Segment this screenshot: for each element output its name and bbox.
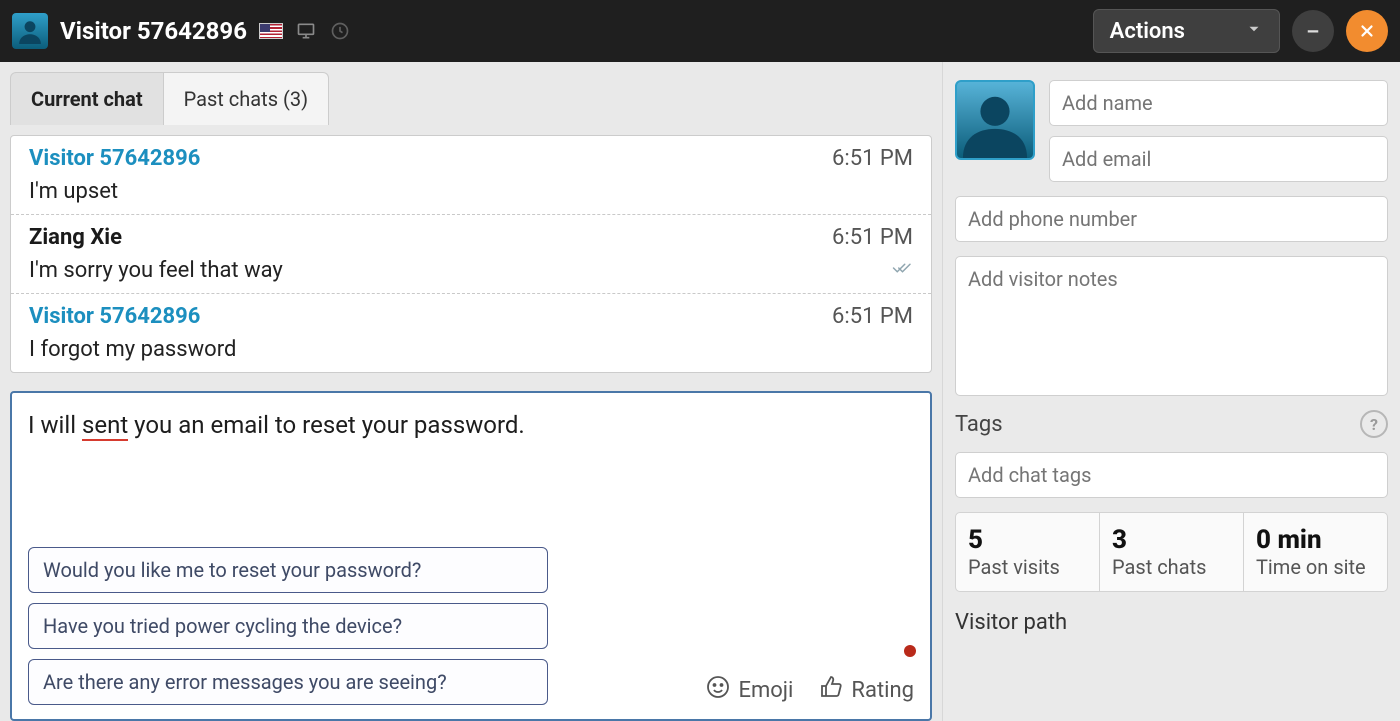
- actions-dropdown[interactable]: Actions: [1093, 9, 1280, 53]
- status-indicator-icon: [904, 645, 916, 657]
- visitor-path-label: Visitor path: [955, 606, 1388, 635]
- chat-message: Visitor 57642896 6:51 PM I'm upset: [11, 136, 931, 215]
- stat-past-visits: 5 Past visits: [956, 513, 1100, 591]
- suggestion-button[interactable]: Would you like me to reset your password…: [28, 547, 548, 593]
- name-input[interactable]: [1049, 80, 1388, 126]
- suggestion-button[interactable]: Have you tried power cycling the device?: [28, 603, 548, 649]
- visitor-avatar-small: [12, 13, 48, 49]
- desktop-icon: [295, 20, 317, 42]
- message-sender: Ziang Xie: [29, 225, 122, 250]
- visitor-avatar-large: [955, 80, 1035, 160]
- message-body: I forgot my password: [29, 337, 236, 362]
- message-time: 6:51 PM: [832, 225, 913, 250]
- tab-past-chats[interactable]: Past chats (3): [164, 72, 329, 125]
- page-title: Visitor 57642896: [60, 17, 247, 45]
- rating-button[interactable]: Rating: [819, 675, 914, 705]
- window-header: Visitor 57642896 Actions: [0, 0, 1400, 62]
- spellcheck-error: sent: [82, 411, 128, 441]
- message-body: I'm upset: [29, 179, 118, 204]
- chat-transcript: Visitor 57642896 6:51 PM I'm upset Ziang…: [10, 135, 932, 373]
- actions-label: Actions: [1110, 19, 1185, 44]
- us-flag-icon: [259, 23, 283, 39]
- thumbs-up-icon: [819, 675, 843, 705]
- read-receipt-icon: [889, 259, 913, 282]
- help-icon[interactable]: ?: [1360, 410, 1388, 438]
- chat-message: Visitor 57642896 6:51 PM I forgot my pas…: [11, 294, 931, 372]
- phone-input[interactable]: [955, 196, 1388, 242]
- compose-panel: I will sent you an email to reset your p…: [10, 391, 932, 721]
- emoji-button[interactable]: Emoji: [706, 675, 793, 705]
- compose-input[interactable]: I will sent you an email to reset your p…: [28, 407, 914, 477]
- suggestion-button[interactable]: Are there any error messages you are see…: [28, 659, 548, 705]
- message-time: 6:51 PM: [832, 304, 913, 329]
- visitor-notes-input[interactable]: [955, 256, 1388, 396]
- emoji-icon: [706, 675, 730, 705]
- visitor-sidebar: Tags ? 5 Past visits 3 Past chats 0 min …: [942, 62, 1400, 721]
- chat-message: Ziang Xie 6:51 PM I'm sorry you feel tha…: [11, 215, 931, 294]
- chat-tags-input[interactable]: [955, 452, 1388, 498]
- chevron-down-icon: [1245, 19, 1263, 44]
- message-sender: Visitor 57642896: [29, 146, 200, 171]
- message-body: I'm sorry you feel that way: [29, 258, 283, 283]
- visitor-stats: 5 Past visits 3 Past chats 0 min Time on…: [955, 512, 1388, 592]
- message-time: 6:51 PM: [832, 146, 913, 171]
- reply-suggestions: Would you like me to reset your password…: [28, 547, 548, 705]
- chat-main: Current chat Past chats (3) Visitor 5764…: [0, 62, 942, 721]
- chat-tabs: Current chat Past chats (3): [10, 72, 932, 125]
- close-button[interactable]: [1346, 10, 1388, 52]
- minimize-button[interactable]: [1292, 10, 1334, 52]
- tags-label: Tags: [955, 412, 1003, 437]
- tab-current-chat[interactable]: Current chat: [10, 72, 164, 125]
- message-sender: Visitor 57642896: [29, 304, 200, 329]
- email-input[interactable]: [1049, 136, 1388, 182]
- refresh-icon: [329, 20, 351, 42]
- stat-past-chats: 3 Past chats: [1100, 513, 1244, 591]
- stat-time-on-site: 0 min Time on site: [1244, 513, 1387, 591]
